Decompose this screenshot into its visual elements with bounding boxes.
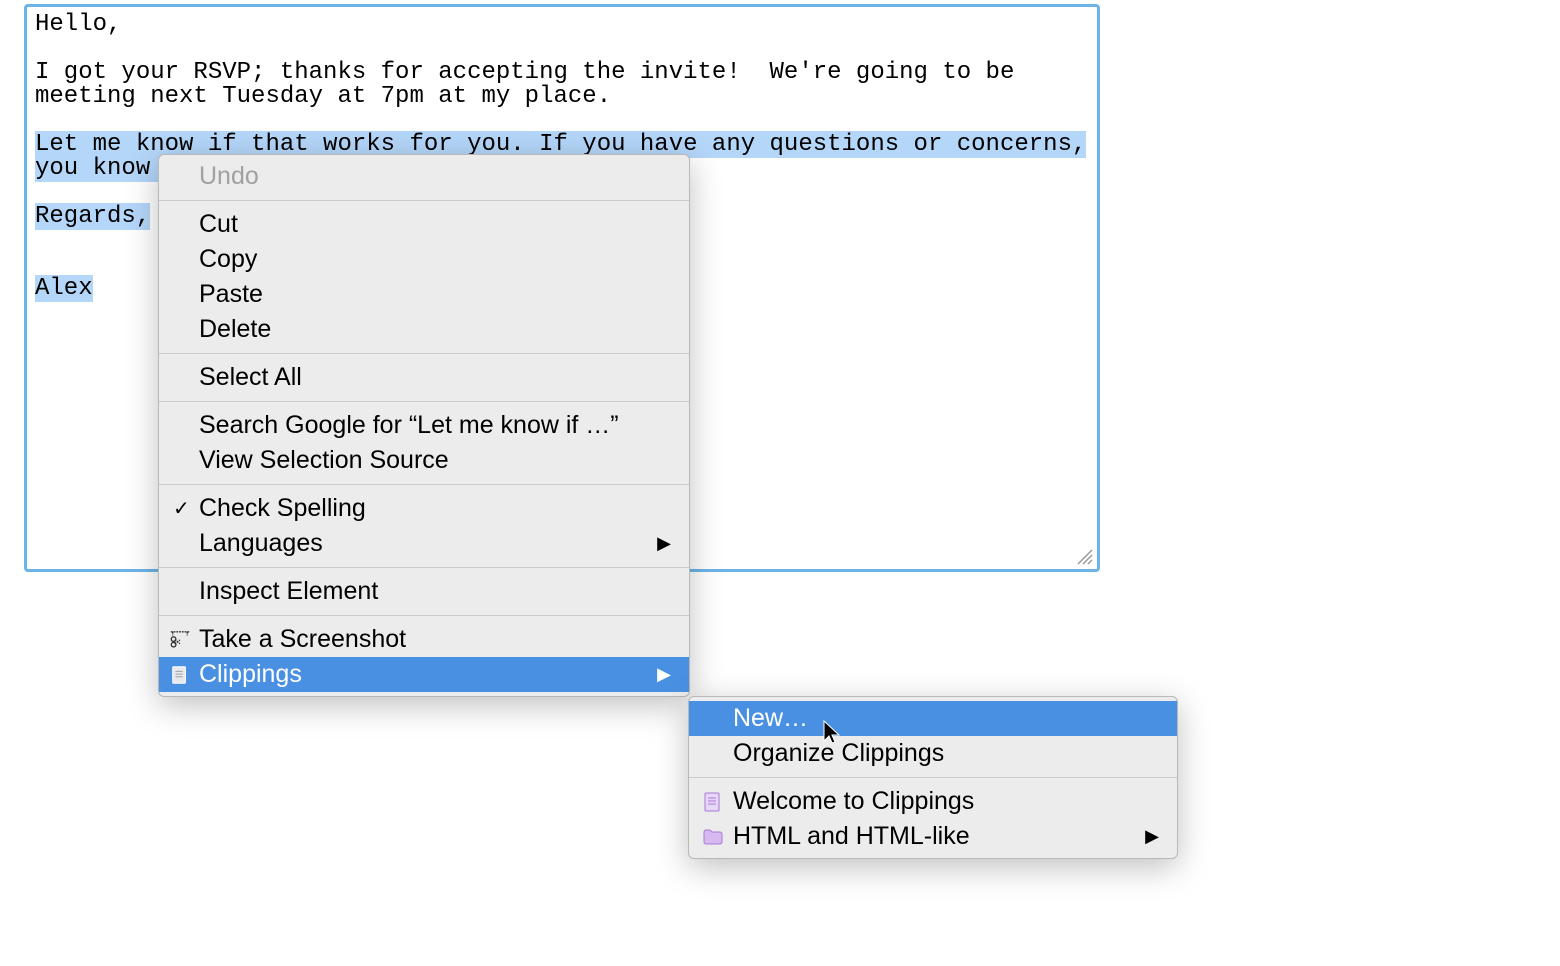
menu-item-label: Cut [199, 210, 671, 239]
menu-item-label: Search Google for “Let me know if …” [199, 411, 671, 440]
text-line: meeting next Tuesday at 7pm at my place. [35, 83, 611, 110]
menu-separator [159, 567, 689, 568]
menu-separator [159, 401, 689, 402]
menu-item-label: Delete [199, 315, 671, 344]
menu-item-label: Welcome to Clippings [733, 787, 1159, 816]
menu-separator [159, 353, 689, 354]
menu-item-label: Languages [199, 529, 657, 558]
submenu-organize-clippings[interactable]: Organize Clippings [689, 736, 1177, 771]
selected-text-line: Alex [35, 275, 93, 302]
selected-text-line: you know [35, 155, 165, 182]
chevron-right-icon: ▶ [657, 533, 671, 554]
menu-item-label: Organize Clippings [733, 739, 1159, 768]
menu-inspect-element[interactable]: Inspect Element [159, 574, 689, 609]
cursor-icon [822, 719, 842, 747]
menu-separator [159, 200, 689, 201]
menu-separator [159, 484, 689, 485]
menu-check-spelling[interactable]: ✓ Check Spelling [159, 491, 689, 526]
menu-copy[interactable]: Copy [159, 242, 689, 277]
menu-separator [689, 777, 1177, 778]
menu-search-google[interactable]: Search Google for “Let me know if …” [159, 408, 689, 443]
menu-clippings[interactable]: Clippings ▶ [159, 657, 689, 692]
check-icon: ✓ [173, 496, 190, 521]
menu-item-label: Inspect Element [199, 577, 671, 606]
menu-take-screenshot[interactable]: Take a Screenshot [159, 622, 689, 657]
resize-grip-icon [1075, 547, 1093, 565]
menu-paste[interactable]: Paste [159, 277, 689, 312]
chevron-right-icon: ▶ [1145, 826, 1159, 847]
menu-item-label: Paste [199, 280, 671, 309]
menu-item-label: Take a Screenshot [199, 625, 671, 654]
menu-cut[interactable]: Cut [159, 207, 689, 242]
menu-item-label: Clippings [199, 660, 657, 689]
selected-text-line: Regards, [35, 203, 150, 230]
scissors-icon [169, 629, 191, 651]
menu-item-label: New… [733, 704, 1159, 733]
menu-item-label: Undo [199, 162, 671, 191]
chevron-right-icon: ▶ [657, 664, 671, 685]
menu-delete[interactable]: Delete [159, 312, 689, 347]
text-line: I got your RSVP; thanks for accepting th… [35, 59, 1014, 86]
menu-item-label: HTML and HTML-like [733, 822, 1145, 851]
context-menu: Undo Cut Copy Paste Delete Select All Se… [158, 154, 690, 697]
menu-item-label: Select All [199, 363, 671, 392]
note-icon [701, 790, 725, 814]
submenu-welcome-to-clippings[interactable]: Welcome to Clippings [689, 784, 1177, 819]
clippings-icon [169, 664, 191, 686]
menu-view-selection-source[interactable]: View Selection Source [159, 443, 689, 478]
menu-item-label: View Selection Source [199, 446, 671, 475]
clippings-submenu: New… Organize Clippings Welcome to Clipp… [688, 696, 1178, 859]
folder-icon [701, 825, 725, 849]
submenu-new[interactable]: New… [689, 701, 1177, 736]
menu-separator [159, 615, 689, 616]
text-line: Hello, [35, 11, 121, 38]
menu-undo[interactable]: Undo [159, 159, 689, 194]
submenu-html-folder[interactable]: HTML and HTML-like ▶ [689, 819, 1177, 854]
menu-item-label: Copy [199, 245, 671, 274]
resize-grip[interactable] [1075, 547, 1093, 565]
menu-item-label: Check Spelling [199, 494, 671, 523]
menu-languages[interactable]: Languages ▶ [159, 526, 689, 561]
menu-select-all[interactable]: Select All [159, 360, 689, 395]
